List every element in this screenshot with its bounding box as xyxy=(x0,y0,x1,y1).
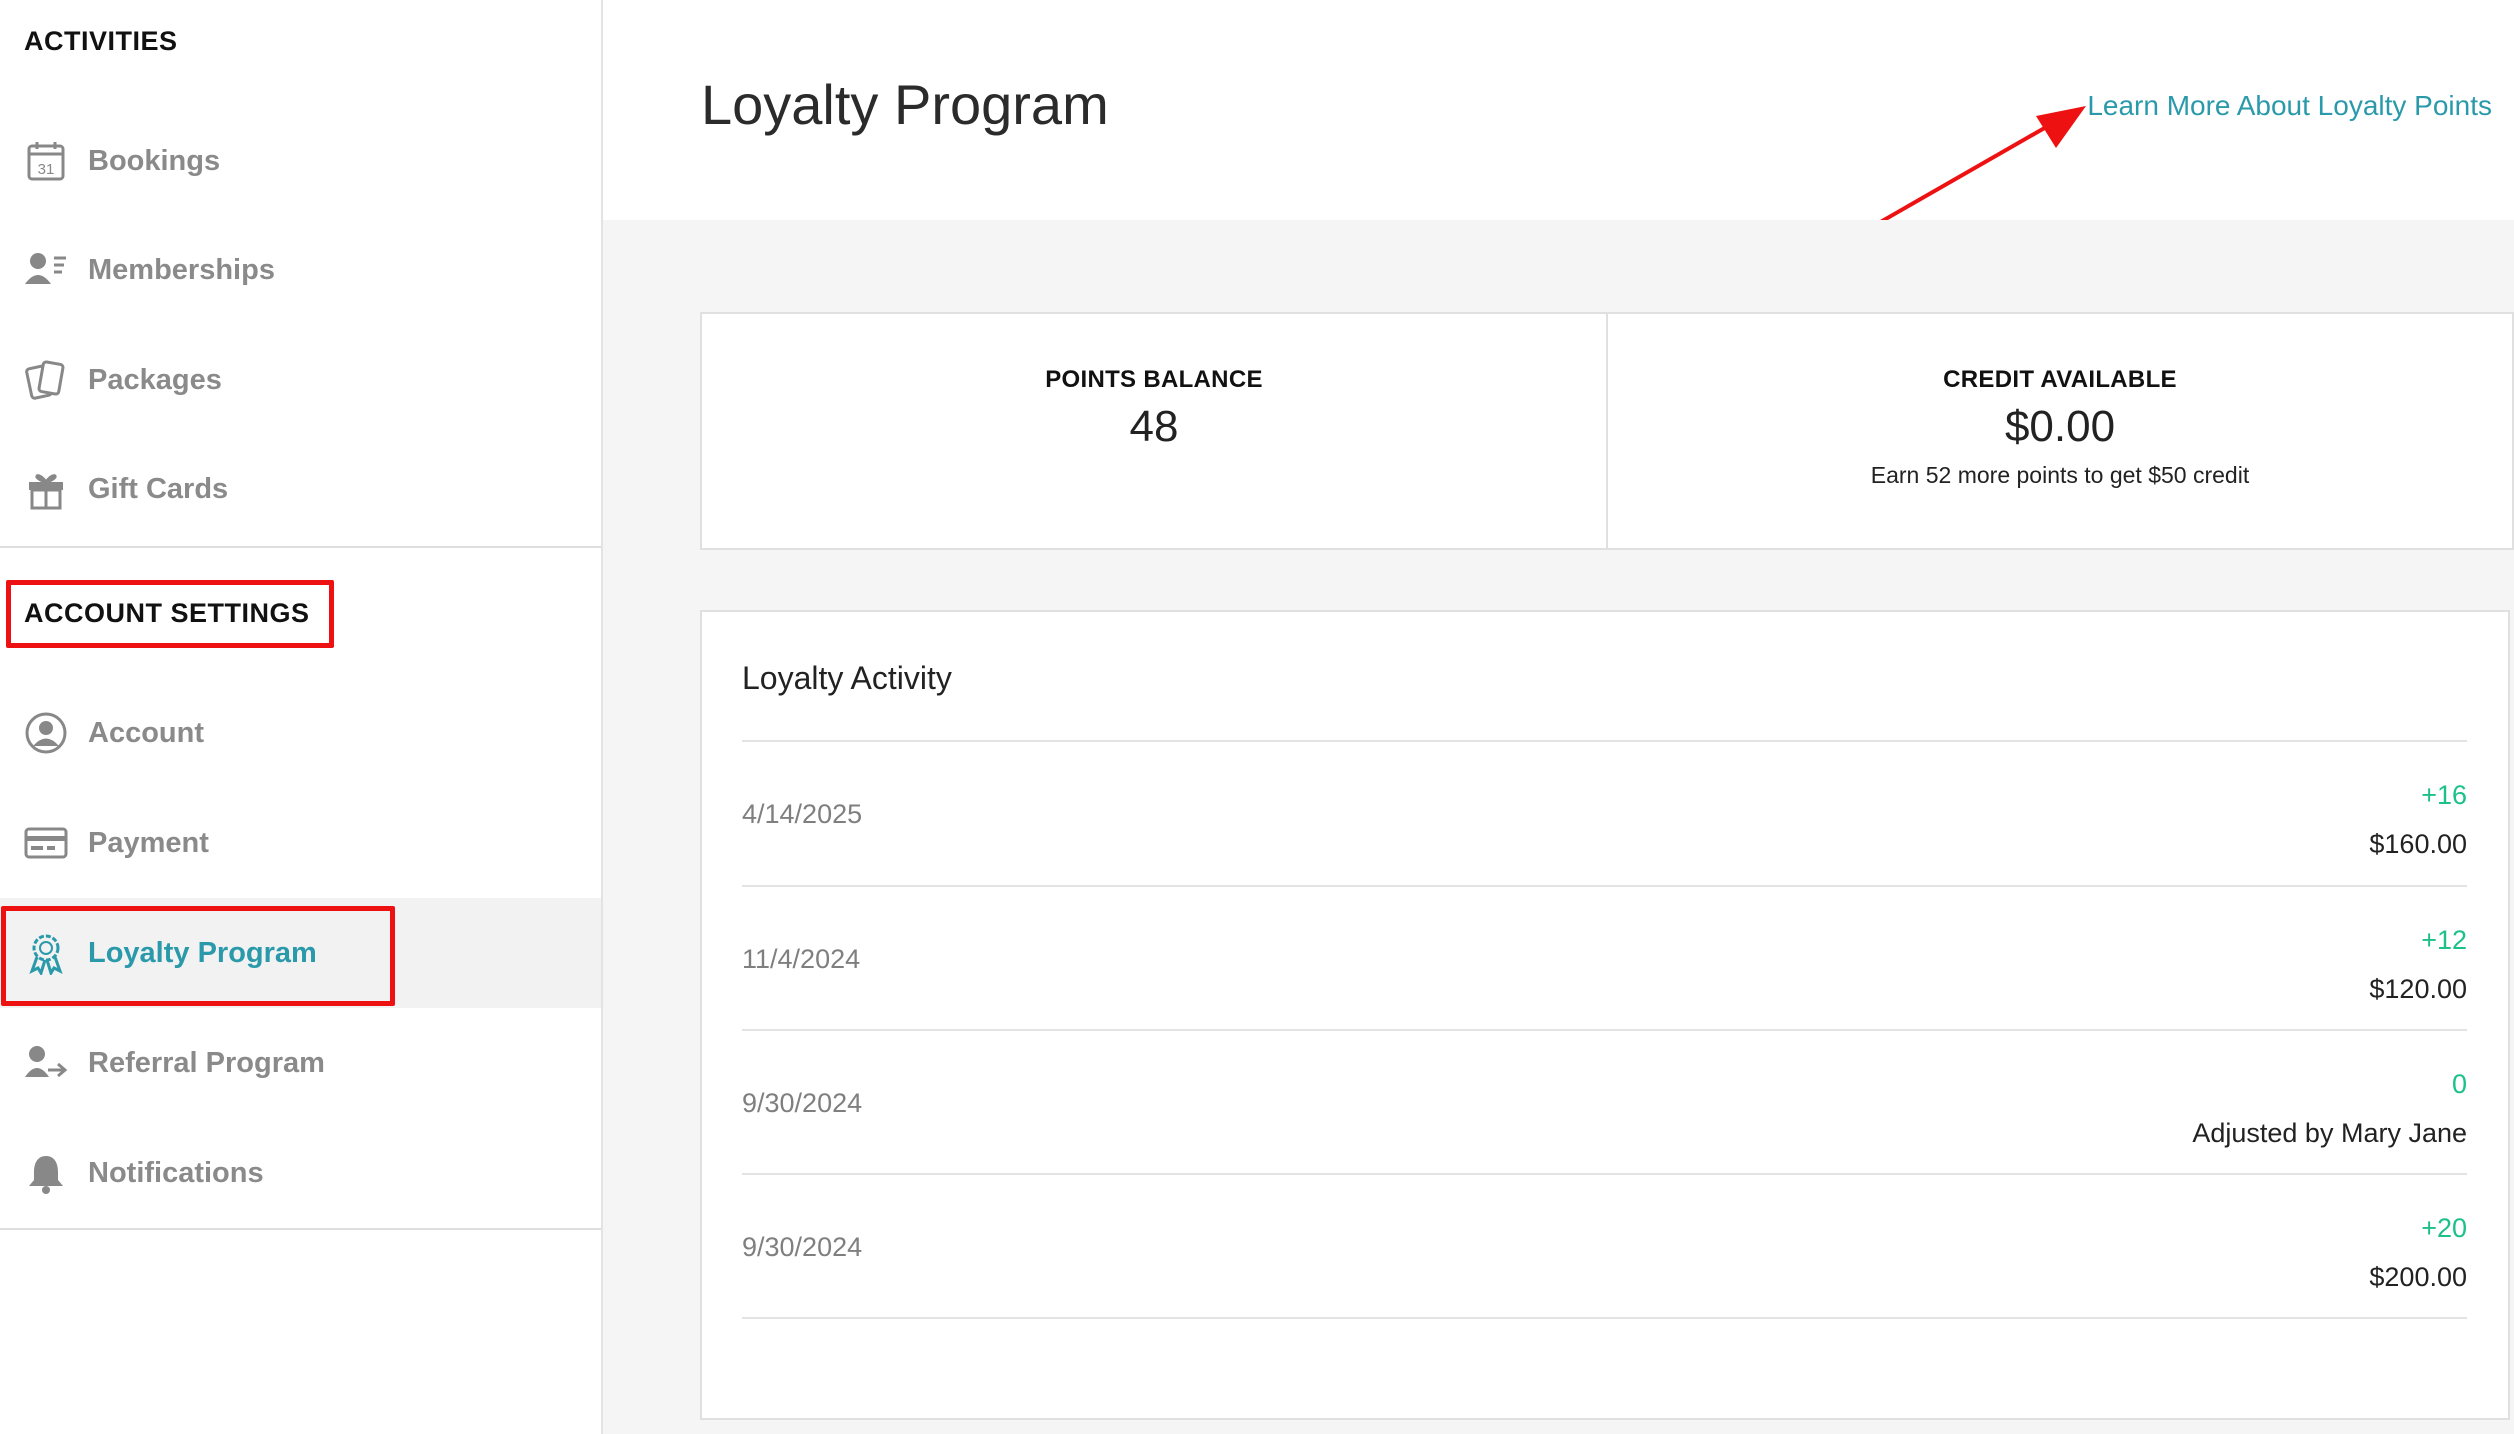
packages-icon xyxy=(24,358,68,402)
activity-detail: Adjusted by Mary Jane xyxy=(2192,1118,2467,1148)
activity-date: 11/4/2024 xyxy=(742,944,861,974)
activity-row: 9/30/2024 0 Adjusted by Mary Jane xyxy=(742,1031,2467,1175)
annotation-highlight-loyalty-program xyxy=(1,906,395,1006)
sidebar-item-referral-program[interactable]: Referral Program xyxy=(0,1008,601,1118)
sidebar-item-label: Account xyxy=(88,716,204,749)
points-balance-card: POINTS BALANCE 48 xyxy=(702,314,1606,548)
sidebar-item-label: Bookings xyxy=(88,144,221,177)
points-balance-label: POINTS BALANCE xyxy=(1045,366,1263,393)
sidebar-item-label: Gift Cards xyxy=(88,472,229,505)
activity-points: 0 xyxy=(2451,1069,2467,1099)
sidebar: ACTIVITIES 31 Bookings Memberships Packa… xyxy=(0,0,603,1434)
activity-date: 4/14/2025 xyxy=(742,799,863,829)
activity-date: 9/30/2024 xyxy=(742,1232,863,1262)
annotation-highlight-account-settings xyxy=(6,580,334,648)
learn-more-link[interactable]: Learn More About Loyalty Points xyxy=(2087,90,2492,122)
user-circle-icon xyxy=(24,711,68,755)
activity-detail: $120.00 xyxy=(2369,974,2467,1004)
credit-available-card: CREDIT AVAILABLE $0.00 Earn 52 more poin… xyxy=(1606,314,2512,548)
sidebar-item-label: Packages xyxy=(88,363,222,396)
loyalty-activity-title: Loyalty Activity xyxy=(742,660,952,696)
sidebar-item-label: Memberships xyxy=(88,253,275,286)
sidebar-item-bookings[interactable]: 31 Bookings xyxy=(0,106,601,216)
loyalty-stats: POINTS BALANCE 48 CREDIT AVAILABLE $0.00… xyxy=(700,312,2514,550)
app-root: ACTIVITIES 31 Bookings Memberships Packa… xyxy=(0,0,2514,1434)
svg-text:31: 31 xyxy=(38,161,55,178)
activity-points: +20 xyxy=(2421,1213,2467,1243)
activity-detail: $200.00 xyxy=(2369,1262,2467,1292)
page-header: Loyalty Program Learn More About Loyalty… xyxy=(603,0,2514,220)
page-title: Loyalty Program xyxy=(701,73,1109,136)
credit-progress-note: Earn 52 more points to get $50 credit xyxy=(1870,462,2250,488)
activity-detail: $160.00 xyxy=(2369,829,2467,859)
row-divider xyxy=(742,1317,2467,1319)
sidebar-item-gift-cards[interactable]: Gift Cards xyxy=(0,434,601,544)
sidebar-divider xyxy=(0,546,601,548)
activity-row: 9/30/2024 +20 $200.00 xyxy=(742,1175,2467,1319)
annotation-arrow xyxy=(1869,106,2086,230)
sidebar-item-memberships[interactable]: Memberships xyxy=(0,215,601,325)
activity-row: 11/4/2024 +12 $120.00 xyxy=(742,887,2467,1031)
sidebar-item-packages[interactable]: Packages xyxy=(0,325,601,435)
activity-date: 9/30/2024 xyxy=(742,1088,863,1118)
bell-icon xyxy=(24,1151,68,1195)
credit-available-value: $0.00 xyxy=(2004,402,2116,451)
activity-points: +12 xyxy=(2421,925,2467,955)
membership-card-icon xyxy=(24,248,68,292)
sidebar-item-label: Payment xyxy=(88,826,209,859)
loyalty-activity-panel: Loyalty Activity 4/14/2025 +16 $160.00 1… xyxy=(700,610,2510,1420)
activities-section-title: ACTIVITIES xyxy=(24,26,178,56)
activity-row: 4/14/2025 +16 $160.00 xyxy=(742,742,2467,886)
sidebar-item-notifications[interactable]: Notifications xyxy=(0,1118,601,1228)
activity-points: +16 xyxy=(2421,780,2467,810)
sidebar-item-payment[interactable]: Payment xyxy=(0,788,601,898)
referral-user-icon xyxy=(24,1041,68,1085)
calendar-icon: 31 xyxy=(24,139,68,183)
points-balance-value: 48 xyxy=(1129,402,1179,451)
sidebar-item-label: Notifications xyxy=(88,1156,264,1189)
credit-available-label: CREDIT AVAILABLE xyxy=(1943,366,2177,393)
credit-card-icon xyxy=(24,821,68,865)
gift-icon xyxy=(24,467,68,511)
sidebar-item-label: Referral Program xyxy=(88,1046,325,1079)
sidebar-divider xyxy=(0,1228,601,1230)
sidebar-item-account[interactable]: Account xyxy=(0,678,601,788)
